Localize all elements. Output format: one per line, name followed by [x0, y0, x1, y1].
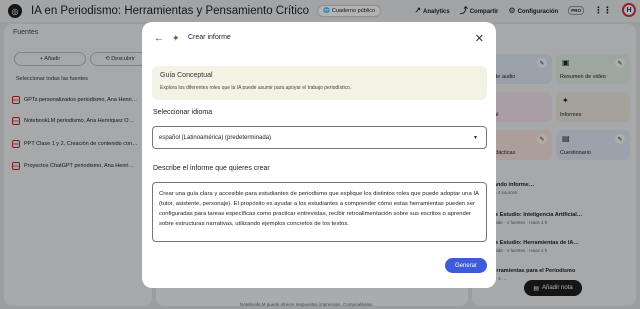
dialog-title: Crear informe	[188, 34, 231, 41]
generate-button[interactable]: Generar	[445, 258, 487, 273]
report-type-title: Guía Conceptual	[160, 72, 213, 79]
close-icon[interactable]: ✕	[475, 32, 484, 45]
dropdown-arrow-icon: ▼	[473, 135, 478, 141]
report-description-textarea[interactable]: Crear una guía clara y accesible para es…	[152, 182, 487, 242]
prompt-label: Describe el informe que quieres crear	[153, 165, 270, 172]
back-arrow-icon[interactable]: ←	[154, 33, 164, 44]
language-select[interactable]: español (Latinoamérica) (predeterminada)…	[152, 126, 487, 149]
language-label: Seleccionar idioma	[153, 109, 213, 116]
report-sparkle-icon: ✦	[172, 33, 180, 43]
report-type-description: Explora los diferentes roles que la IA p…	[160, 85, 352, 91]
report-type-card: Guía Conceptual Explora los diferentes r…	[152, 66, 487, 100]
language-value: español (Latinoamérica) (predeterminada)	[159, 134, 272, 141]
create-report-dialog: ← ✦ Crear informe ✕ Guía Conceptual Expl…	[142, 22, 496, 288]
